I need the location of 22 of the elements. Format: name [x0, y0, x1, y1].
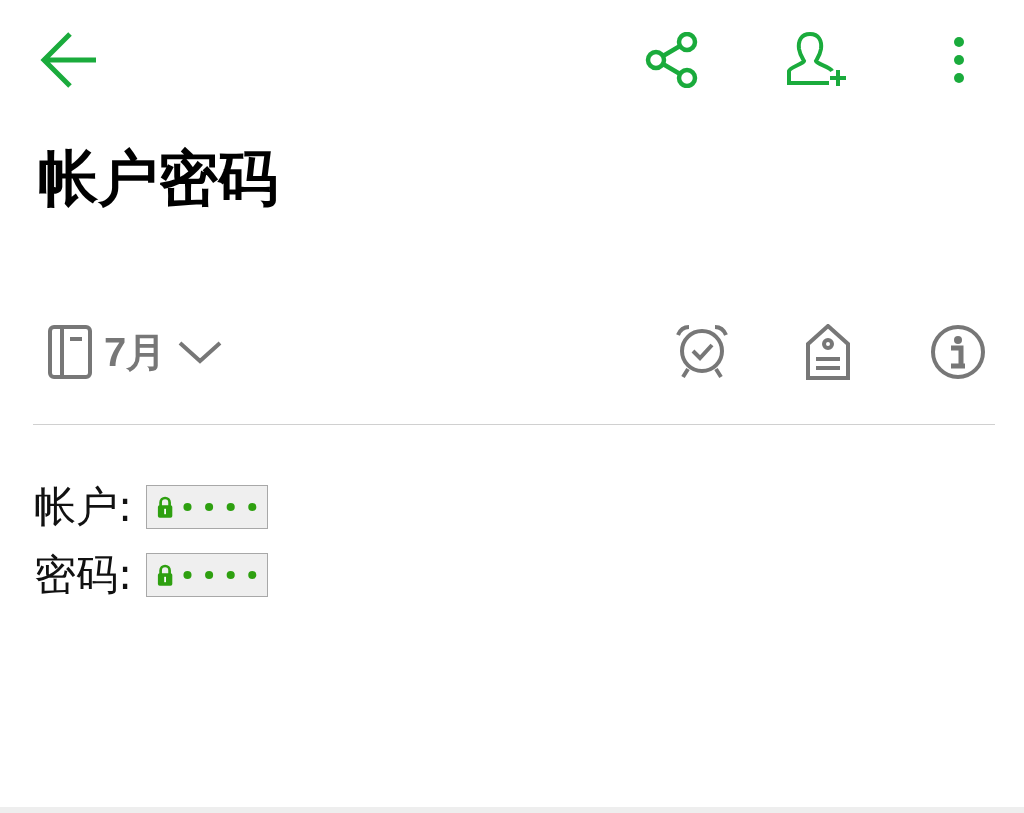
more-vertical-icon — [952, 35, 966, 85]
masked-dots-icon — [183, 502, 258, 512]
field-label: 密码: — [34, 551, 133, 599]
encrypted-text-field[interactable] — [146, 485, 269, 529]
lock-icon — [157, 495, 174, 519]
notebook-icon — [48, 325, 92, 379]
field-label: 帐户: — [34, 483, 133, 531]
more-button[interactable] — [952, 35, 966, 85]
masked-dots-icon — [183, 570, 258, 580]
info-icon — [930, 324, 986, 380]
info-button[interactable] — [930, 324, 986, 380]
tag-icon — [806, 324, 850, 380]
lock-icon — [157, 563, 174, 587]
encrypted-text-field[interactable] — [146, 553, 269, 597]
tag-button[interactable] — [806, 324, 850, 380]
reminder-button[interactable] — [674, 325, 730, 379]
notebook-selector[interactable]: 7月 — [48, 324, 223, 380]
share-button[interactable] — [644, 32, 700, 88]
alarm-clock-icon — [674, 325, 730, 379]
share-icon — [644, 32, 700, 88]
note-title: 帐户密码 — [38, 142, 279, 214]
chevron-down-icon — [178, 340, 223, 364]
